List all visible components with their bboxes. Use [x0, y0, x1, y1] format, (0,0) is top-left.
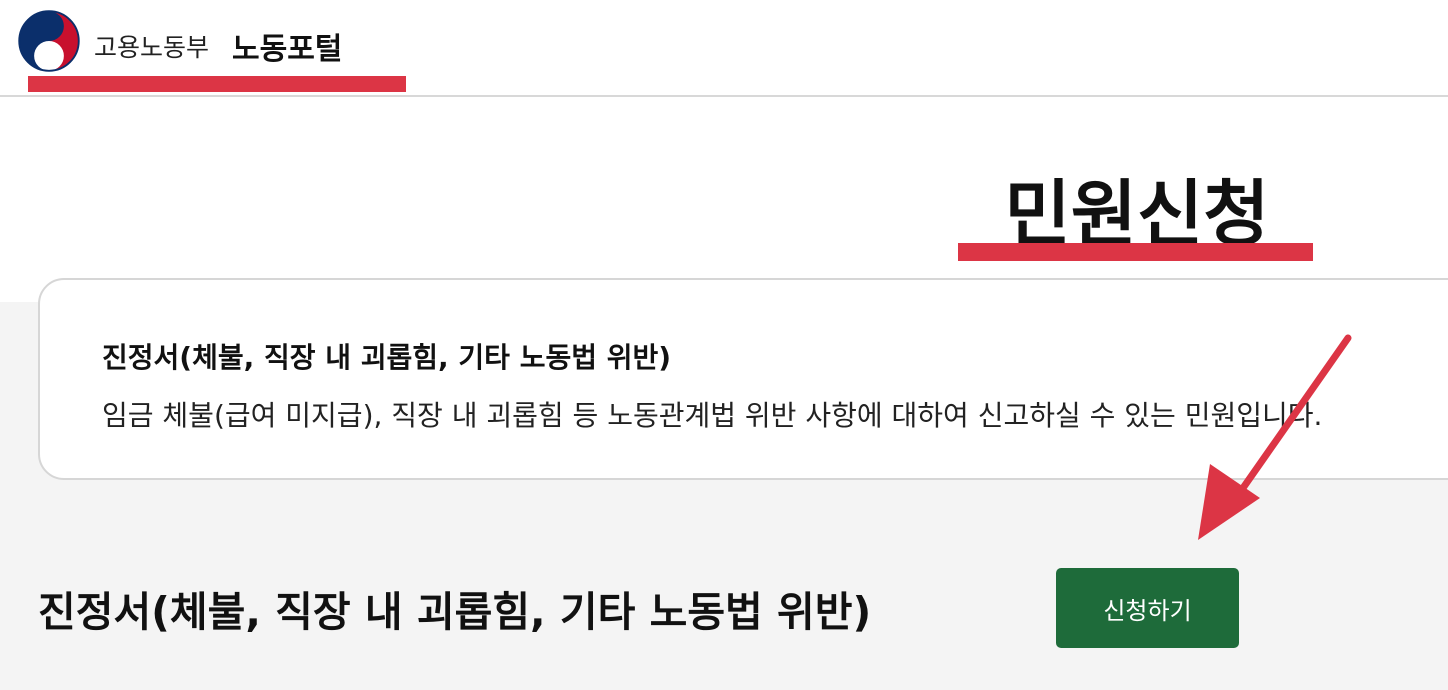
card-title: 진정서(체불, 직장 내 괴롭힘, 기타 노동법 위반): [102, 341, 672, 374]
complaint-info-card: 진정서(체불, 직장 내 괴롭힘, 기타 노동법 위반) 임금 체불(급여 미지…: [38, 278, 1448, 480]
government-emblem-icon[interactable]: [18, 10, 80, 72]
header-highlight-underline: [28, 76, 406, 92]
card-description: 임금 체불(급여 미지급), 직장 내 괴롭힘 등 노동관계법 위반 사항에 대…: [102, 399, 1323, 432]
ministry-name[interactable]: 고용노동부: [94, 28, 209, 64]
title-highlight-underline: [958, 243, 1313, 261]
site-header: 고용노동부 노동포털: [0, 0, 1448, 97]
apply-button[interactable]: 신청하기: [1056, 568, 1239, 648]
portal-name[interactable]: 노동포털: [232, 24, 342, 68]
section-title: 진정서(체불, 직장 내 괴롭힘, 기타 노동법 위반): [38, 588, 872, 636]
